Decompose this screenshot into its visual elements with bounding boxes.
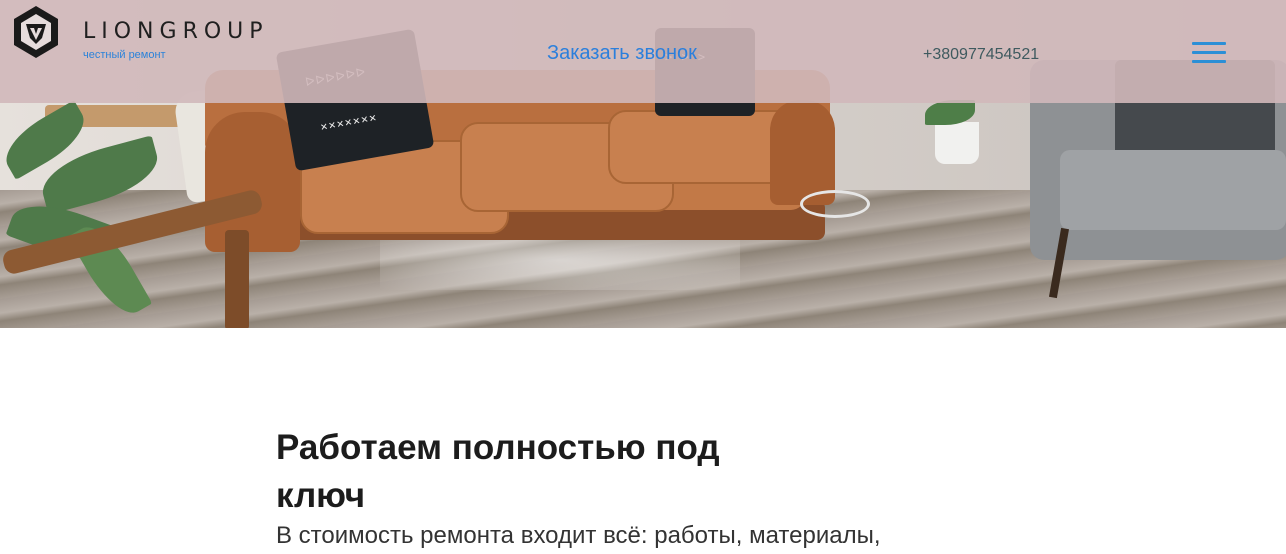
- hero-sofa-arm-right: [770, 100, 835, 205]
- phone-number[interactable]: +380977454521: [923, 46, 1039, 64]
- hero-wooden-leg: [225, 230, 249, 328]
- menu-line: [1192, 51, 1226, 54]
- hero-lamp-base: [800, 190, 870, 218]
- hamburger-menu-icon[interactable]: [1192, 42, 1226, 64]
- logo-subtitle: честный ремонт: [83, 49, 166, 61]
- menu-line: [1192, 60, 1226, 63]
- hero-plant-pot: [935, 122, 979, 164]
- logo-wordmark[interactable]: LIONGROUP: [83, 19, 269, 44]
- section-heading: Работаем полностью под ключ: [276, 428, 720, 515]
- section-lead-text: В стоимость ремонта входит всё: работы, …: [276, 522, 881, 549]
- order-call-link[interactable]: Заказать звонок: [547, 42, 697, 65]
- lion-logo-icon[interactable]: [8, 4, 64, 60]
- site-header: LIONGROUP честный ремонт Заказать звонок…: [0, 0, 1286, 103]
- hero-sofa-arm-left: [205, 112, 300, 252]
- hero-armchair-seat: [1060, 150, 1286, 230]
- menu-line: [1192, 42, 1226, 45]
